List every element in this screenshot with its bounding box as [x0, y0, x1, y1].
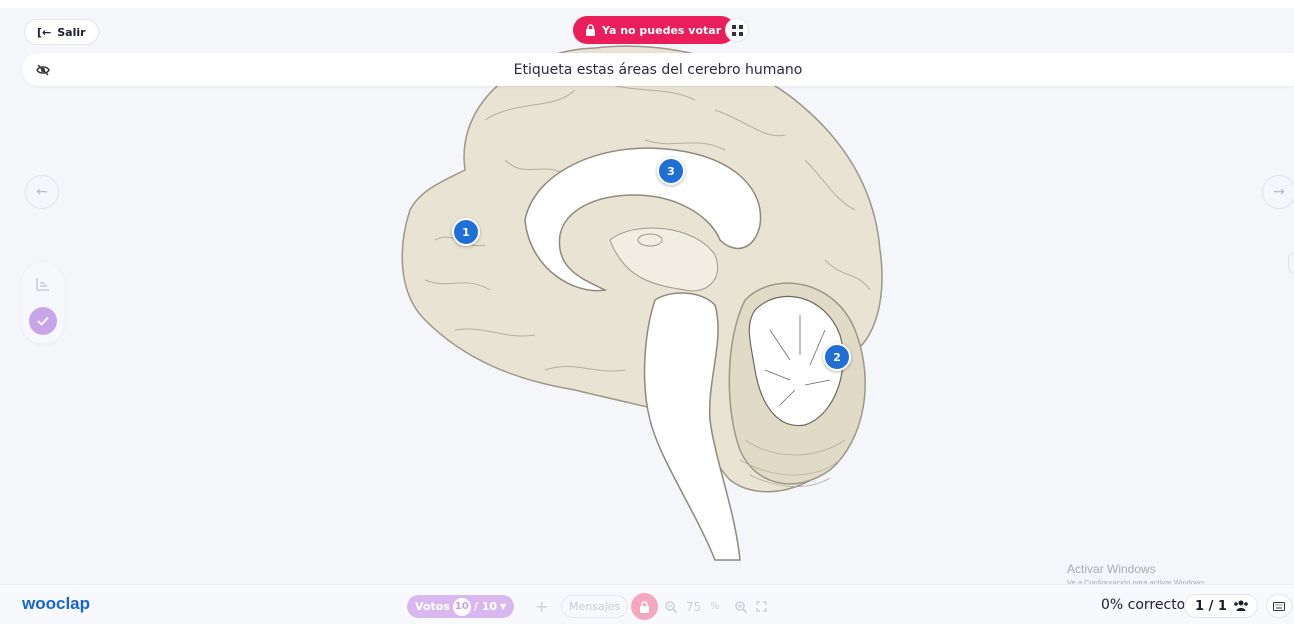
zoom-value: 75: [686, 599, 702, 614]
votes-current: 10: [452, 597, 471, 616]
exit-button[interactable]: [← Salir: [24, 19, 99, 45]
side-toolbar: [22, 262, 64, 344]
zoom-in-button[interactable]: [735, 595, 747, 618]
add-button[interactable]: +: [535, 595, 548, 618]
fullscreen-button[interactable]: [756, 595, 767, 618]
label-marker-3[interactable]: 3: [657, 157, 685, 185]
exit-icon: [←: [37, 25, 52, 39]
messages-button[interactable]: Mensajes: [561, 595, 629, 618]
eye-slash-icon: [36, 64, 50, 76]
exit-label: Salir: [57, 25, 86, 39]
arrow-left-icon: ←: [36, 184, 48, 200]
keyboard-button[interactable]: [1266, 594, 1292, 618]
vote-closed-label: Ya no puedes votar: [602, 23, 722, 37]
messages-label: Mensajes: [569, 600, 621, 613]
lock-icon: [640, 600, 649, 613]
hide-question-button[interactable]: [32, 59, 54, 81]
zoom-in-icon: [735, 600, 747, 613]
next-slide-button[interactable]: →: [1262, 175, 1294, 209]
zoom-out-button[interactable]: [665, 595, 677, 618]
participants-counter[interactable]: 1 / 1: [1184, 594, 1258, 618]
vote-closed-badge: Ya no puedes votar: [573, 16, 736, 44]
participants-label: 1 / 1: [1195, 598, 1227, 614]
fullscreen-icon: [756, 601, 767, 612]
qr-code-button[interactable]: [725, 18, 749, 42]
lock-button[interactable]: [631, 593, 658, 620]
votes-total: / 10: [473, 600, 497, 613]
votes-dropdown[interactable]: Votos 10 / 10 ▼: [407, 595, 515, 618]
label-marker-2[interactable]: 2: [823, 343, 851, 371]
question-title-bar: Etiqueta estas áreas del cerebro humano: [22, 53, 1294, 86]
show-correct-button[interactable]: [29, 307, 57, 335]
bar-chart-icon[interactable]: [35, 276, 51, 292]
users-icon: [1234, 600, 1248, 611]
previous-slide-button[interactable]: ←: [25, 175, 59, 209]
question-title: Etiqueta estas áreas del cerebro humano: [513, 61, 803, 78]
lock-icon: [586, 24, 595, 36]
label-marker-1[interactable]: 1: [452, 218, 480, 246]
watermark-line-1: Activar Windows: [1067, 562, 1156, 576]
top-strip: [0, 0, 1294, 8]
check-icon: [37, 316, 49, 326]
zoom-out-icon: [665, 600, 677, 613]
keyboard-icon: [1273, 601, 1285, 611]
brain-illustration: [401, 45, 883, 561]
zoom-unit: %: [710, 601, 720, 612]
qr-code-icon: [731, 24, 743, 36]
chevron-down-icon: ▼: [500, 602, 507, 611]
votes-label: Votos: [415, 600, 450, 613]
right-panel-handle[interactable]: [1288, 252, 1294, 274]
arrow-right-icon: →: [1273, 184, 1285, 200]
bottom-toolbar: wooclap Votos 10 / 10 ▼ + Mensajes 75 %: [0, 584, 1294, 624]
correct-percentage: 0% correcto: [1101, 597, 1186, 613]
wooclap-logo: wooclap: [22, 594, 91, 613]
